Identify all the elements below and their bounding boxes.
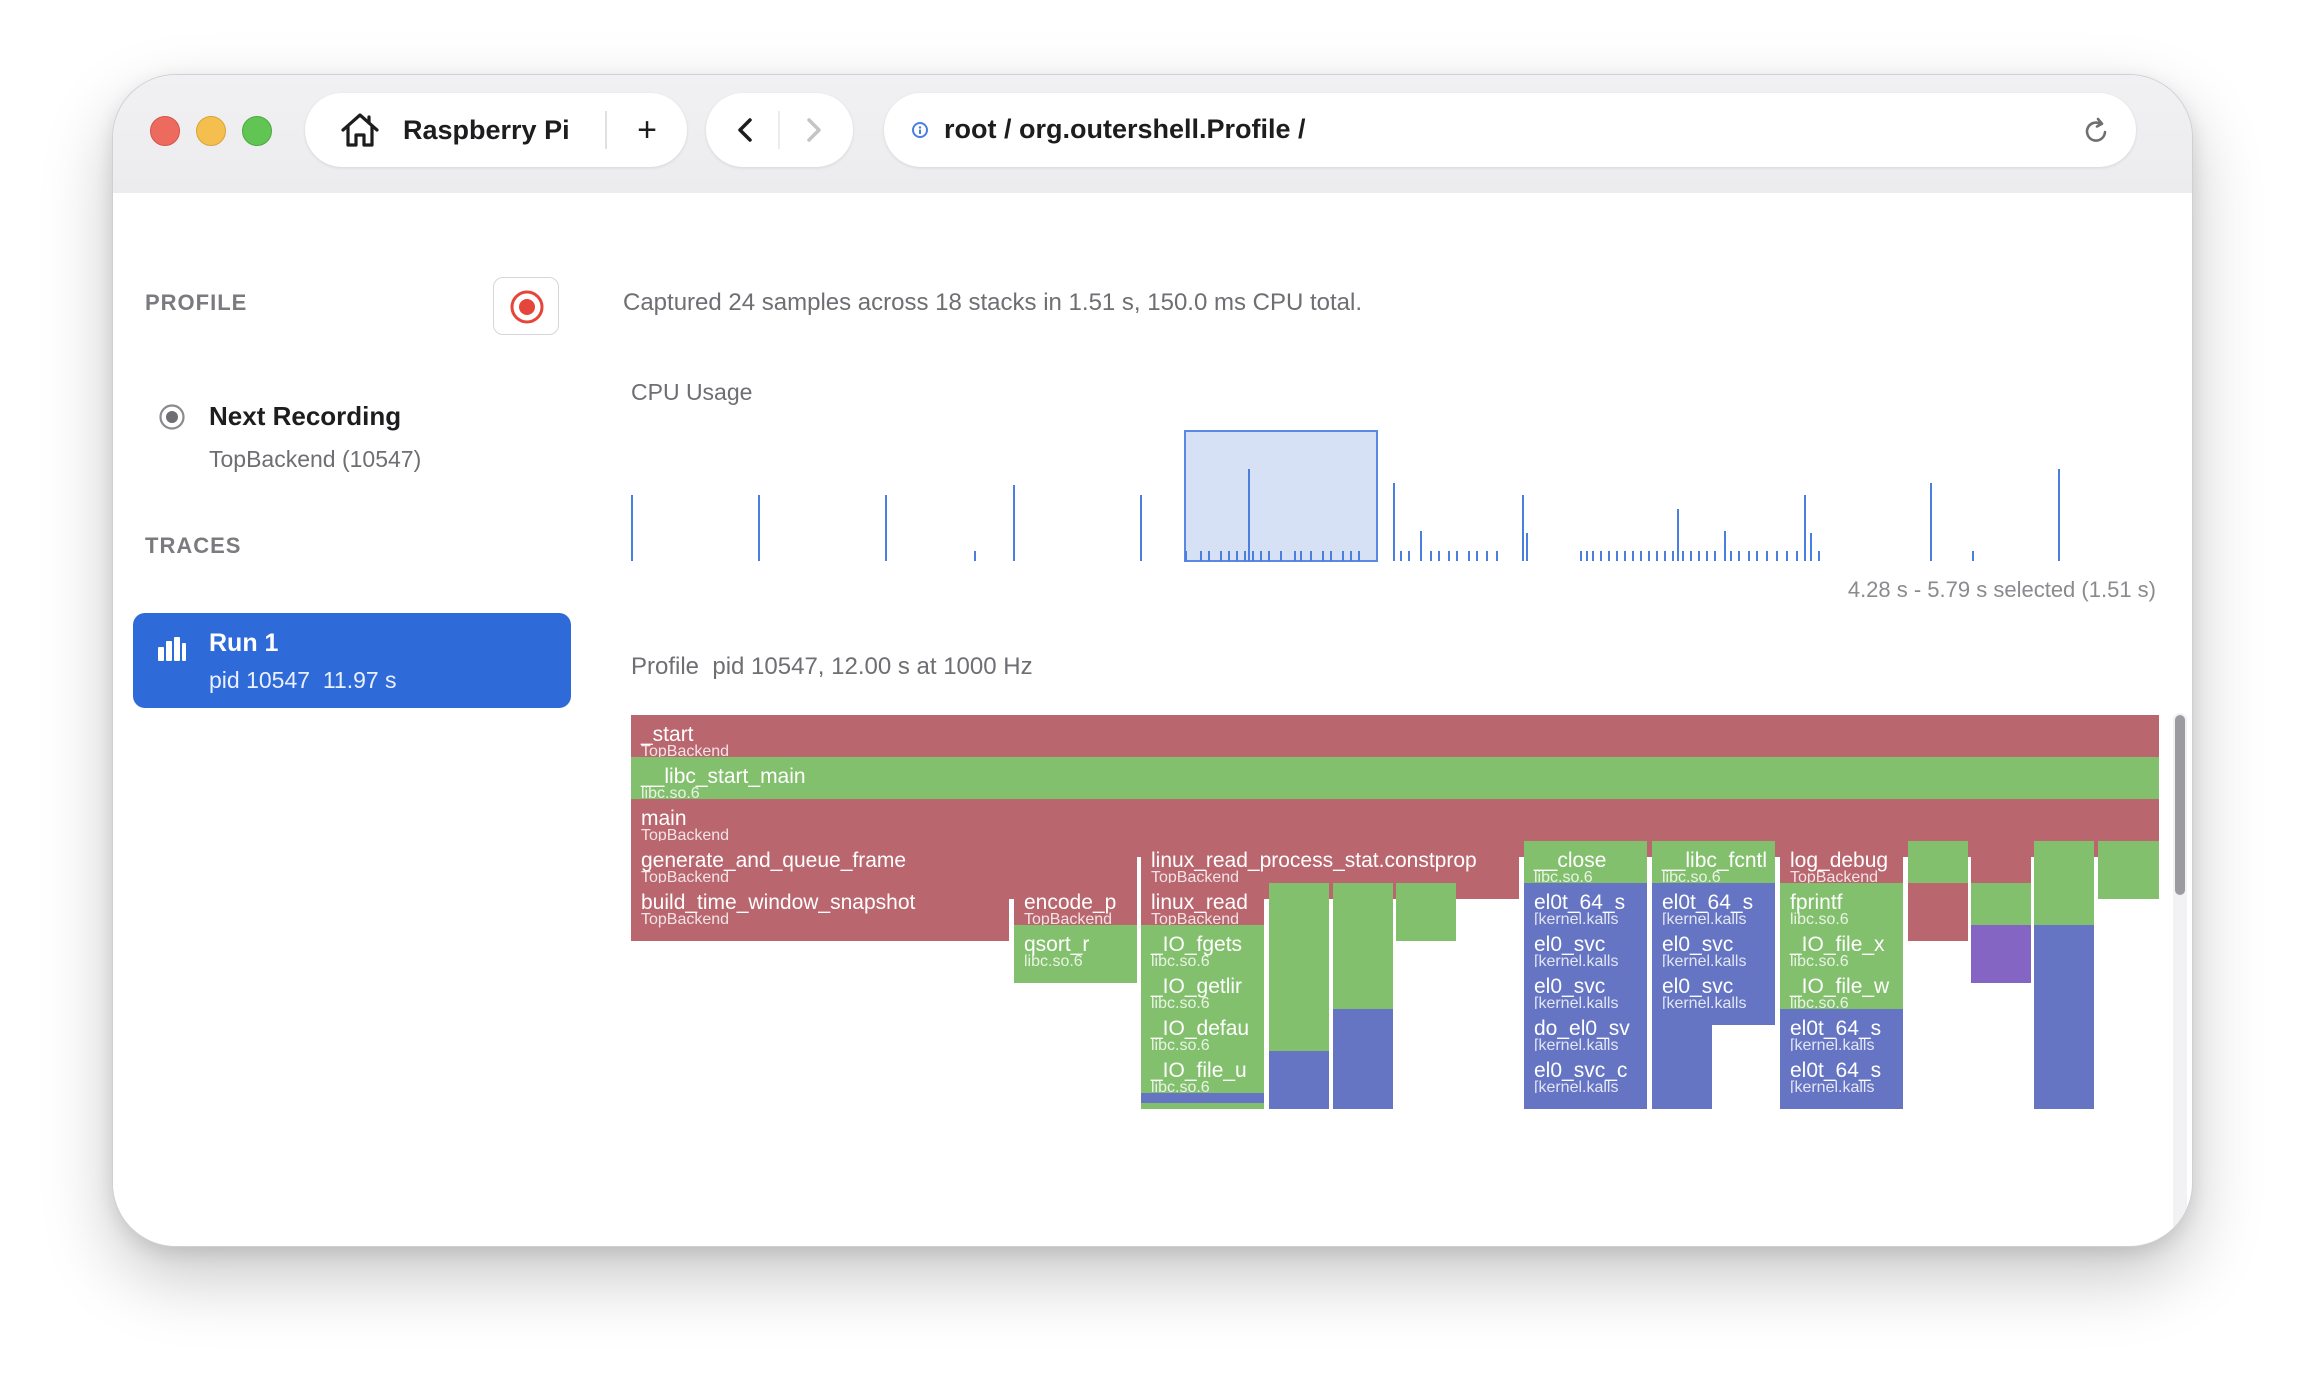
minimize-window-button[interactable] <box>196 116 226 146</box>
frame-function-name: el0_svc <box>1662 933 1734 956</box>
tab-title[interactable]: Raspberry Pi <box>403 115 570 146</box>
app-window: Raspberry Pi + root / org.outershell.Pro… <box>112 74 2193 1247</box>
site-info-icon[interactable] <box>911 121 929 139</box>
profile-heading: PROFILE <box>145 290 248 315</box>
capture-summary: Captured 24 samples across 18 stacks in … <box>623 289 1363 316</box>
frame-function-name: build_time_window_snapshot <box>641 891 916 914</box>
back-arrow-icon[interactable] <box>726 110 766 150</box>
flame-frame[interactable] <box>1652 1093 1712 1103</box>
tab-separator <box>605 111 607 149</box>
flame-scrollbar[interactable] <box>2173 713 2187 1246</box>
frame-function-name: __libc_start_main <box>641 765 806 788</box>
flame-frame[interactable] <box>2098 841 2159 899</box>
flame-frame[interactable] <box>1908 883 1968 941</box>
flame-frame[interactable] <box>1524 1093 1647 1103</box>
frame-function-name: log_debug <box>1790 849 1889 872</box>
frame-function-name: el0t_64_s <box>1790 1059 1882 1082</box>
flame-frame[interactable] <box>1269 1093 1329 1103</box>
frame-library-name: libc.so.6 <box>1024 953 1083 970</box>
frame-library-name: TopBackend <box>641 911 730 928</box>
profile-label: Profile pid 10547, 12.00 s at 1000 Hz <box>631 653 1033 680</box>
frame-function-name: _IO_defau <box>1151 1017 1250 1040</box>
frame-function-name: _IO_getlir <box>1151 975 1243 998</box>
frame-function-name: el0_svc <box>1662 975 1734 998</box>
scrollbar-thumb[interactable] <box>2175 715 2185 895</box>
flame-frame[interactable] <box>1141 1093 1264 1103</box>
traces-heading: TRACES <box>145 533 242 558</box>
tab-pill: Raspberry Pi + <box>305 93 687 167</box>
frame-function-name: el0t_64_s <box>1534 891 1626 914</box>
frame-function-name: _start <box>641 723 694 746</box>
cpu-usage-chart[interactable] <box>631 415 2161 565</box>
flame-frame[interactable] <box>1333 1093 1393 1103</box>
record-icon <box>510 290 544 324</box>
main-panel: Captured 24 samples across 18 stacks in … <box>581 193 2192 1246</box>
frame-function-name: encode_p <box>1024 891 1117 914</box>
flame-frame[interactable] <box>1396 883 1456 941</box>
frame-function-name: generate_and_queue_frame <box>641 849 907 872</box>
forward-arrow-icon[interactable] <box>793 110 833 150</box>
flame-frame[interactable] <box>2034 1093 2094 1103</box>
cpu-usage-label: CPU Usage <box>631 379 753 405</box>
run-subtitle: pid 10547 11.97 s <box>209 667 397 693</box>
address-bar[interactable]: root / org.outershell.Profile / <box>884 93 2136 167</box>
title-bar: Raspberry Pi + root / org.outershell.Pro… <box>113 75 2192 193</box>
reload-icon[interactable] <box>2080 115 2112 147</box>
selection-region[interactable] <box>1184 430 1378 562</box>
frame-function-name: el0t_64_s <box>1662 891 1754 914</box>
frame-function-name: _IO_file_x <box>1790 933 1885 956</box>
navigation-pill <box>706 93 853 167</box>
radio-dot-icon[interactable] <box>158 403 186 431</box>
trace-run-item[interactable]: Run 1 pid 10547 11.97 s <box>133 613 571 708</box>
record-button[interactable] <box>493 277 559 335</box>
frame-function-name: do_el0_sv <box>1534 1017 1630 1040</box>
frame-function-name: el0_svc <box>1534 975 1606 998</box>
home-icon[interactable] <box>340 111 380 149</box>
frame-function-name: el0t_64_s <box>1790 1017 1882 1040</box>
frame-function-name: __libc_fcntl <box>1662 849 1768 872</box>
frame-function-name: fprintf <box>1790 891 1843 914</box>
next-recording-title[interactable]: Next Recording <box>209 401 401 432</box>
flame-frame[interactable] <box>1971 925 2031 983</box>
frame-function-name: qsort_r <box>1024 933 1090 956</box>
zoom-window-button[interactable] <box>242 116 272 146</box>
close-window-button[interactable] <box>150 116 180 146</box>
bar-chart-icon <box>158 637 186 661</box>
frame-function-name: _IO_file_u <box>1151 1059 1247 1082</box>
frame-function-name: main <box>641 807 687 830</box>
frame-function-name: linux_read <box>1151 891 1248 914</box>
nav-separator <box>778 111 780 149</box>
flame-graph[interactable]: _start TopBackend __libc_start_main libc.so… <box>631 715 2161 1246</box>
frame-function-name: _IO_fgets <box>1151 933 1243 956</box>
frame-function-name: _IO_file_w <box>1790 975 1890 998</box>
sidebar: PROFILE Next Recording TopBackend (10547… <box>113 193 581 1246</box>
selection-range-text: 4.28 s - 5.79 s selected (1.51 s) <box>1847 577 2156 602</box>
next-recording-subtitle: TopBackend (10547) <box>209 446 422 472</box>
frame-function-name: el0_svc_c <box>1534 1059 1628 1082</box>
frame-function-name: linux_read_process_stat.constprop <box>1151 849 1477 872</box>
run-title: Run 1 <box>209 629 279 657</box>
flame-frame[interactable]: build_time_window_snapshot TopBackend <box>631 883 1009 941</box>
flame-frame[interactable] <box>1780 1093 1903 1103</box>
new-tab-button[interactable]: + <box>625 109 669 151</box>
url-text[interactable]: root / org.outershell.Profile / <box>944 114 1306 145</box>
flame-frame[interactable]: qsort_r libc.so.6 <box>1014 925 1137 983</box>
frame-function-name: el0_svc <box>1534 933 1606 956</box>
frame-function-name: __close <box>1534 849 1607 872</box>
